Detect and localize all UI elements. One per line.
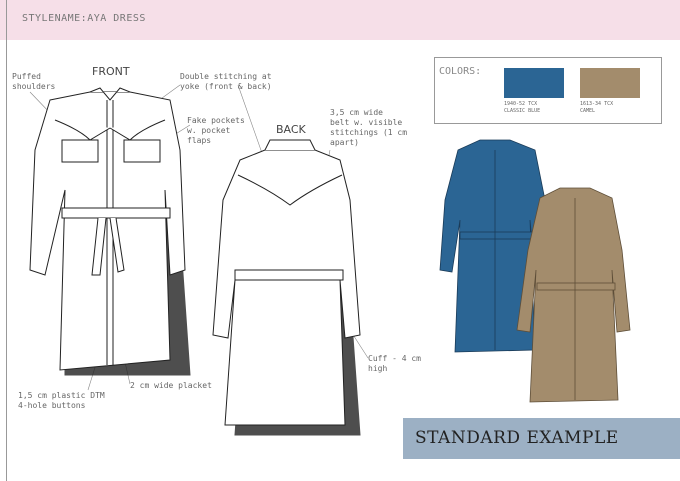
- colors-title: COLORS:: [439, 66, 482, 77]
- swatch-classic-blue: [504, 68, 564, 98]
- swatch-classic-blue-label: 1940-52 TCX CLASSIC BLUE: [504, 101, 541, 114]
- swatch-camel-label: 1613-34 TCX CAMEL: [580, 101, 614, 114]
- front-dress-drawing: [29, 87, 191, 376]
- colors-panel: COLORS: 1940-52 TCX CLASSIC BLUE 1613-34 …: [434, 57, 662, 124]
- standard-example-banner: STANDARD EXAMPLE: [403, 418, 680, 459]
- back-dress-drawing: [212, 139, 361, 436]
- swatch-camel: [580, 68, 640, 98]
- banner-label: STANDARD EXAMPLE: [415, 428, 619, 448]
